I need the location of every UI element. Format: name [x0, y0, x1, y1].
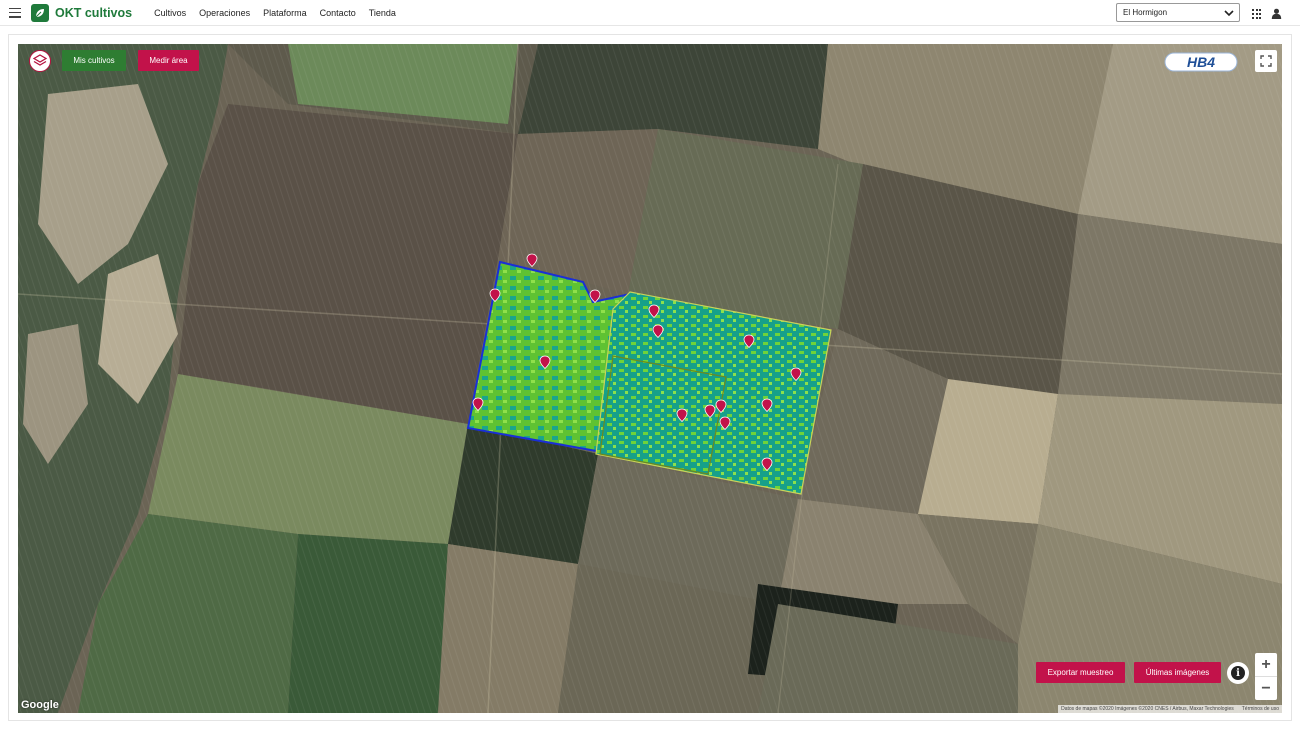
apps-grid-icon[interactable]	[1252, 9, 1262, 19]
zoom-control: + −	[1255, 653, 1277, 700]
chevron-down-icon	[1224, 10, 1234, 17]
zoom-in-button[interactable]: +	[1255, 653, 1277, 676]
fullscreen-button[interactable]	[1255, 50, 1277, 72]
farm-select[interactable]: El Hormigon	[1116, 3, 1240, 22]
satellite-imagery	[18, 44, 1282, 713]
nav-link-operaciones[interactable]: Operaciones	[199, 8, 250, 18]
user-icon[interactable]	[1271, 8, 1282, 19]
nav-link-cultivos[interactable]: Cultivos	[154, 8, 186, 18]
nav-link-tienda[interactable]: Tienda	[369, 8, 396, 18]
brand-name: OKT cultivos	[55, 5, 133, 20]
zoom-out-button[interactable]: −	[1255, 677, 1277, 700]
info-icon: i	[1231, 666, 1245, 680]
info-button[interactable]: i	[1227, 662, 1249, 684]
brand-logo-icon	[31, 3, 49, 22]
terms-link[interactable]: Términos de uso	[1242, 706, 1279, 712]
nav-link-plataforma[interactable]: Plataforma	[263, 8, 307, 18]
my-crops-button[interactable]: Mis cultivos	[62, 50, 126, 71]
measure-area-button[interactable]: Medir área	[138, 50, 199, 71]
export-sampling-button[interactable]: Exportar muestreo	[1036, 662, 1125, 683]
farm-select-value: El Hormigon	[1123, 8, 1168, 17]
layers-icon	[33, 54, 47, 66]
google-logo: Google	[21, 699, 59, 711]
nav-link-contacto[interactable]: Contacto	[320, 8, 356, 18]
fullscreen-icon	[1260, 55, 1272, 67]
nav-links: Cultivos Operaciones Plataforma Contacto…	[154, 8, 396, 18]
map-attribution: Datos de mapas ©2020 Imágenes ©2020 CNES…	[1058, 705, 1282, 713]
svg-text:HB4: HB4	[1187, 54, 1215, 70]
menu-icon[interactable]	[9, 7, 21, 18]
latest-images-button[interactable]: Últimas imágenes	[1134, 662, 1221, 683]
satellite-map[interactable]: Mis cultivos Medir área HB4 Exportar mue…	[18, 44, 1282, 713]
top-navbar: OKT cultivos Cultivos Operaciones Plataf…	[0, 0, 1300, 26]
layers-button[interactable]	[29, 50, 51, 72]
attribution-text: Datos de mapas ©2020 Imágenes ©2020 CNES…	[1061, 706, 1234, 712]
brand[interactable]: OKT cultivos	[31, 3, 133, 22]
hb4-logo: HB4	[1164, 52, 1238, 72]
